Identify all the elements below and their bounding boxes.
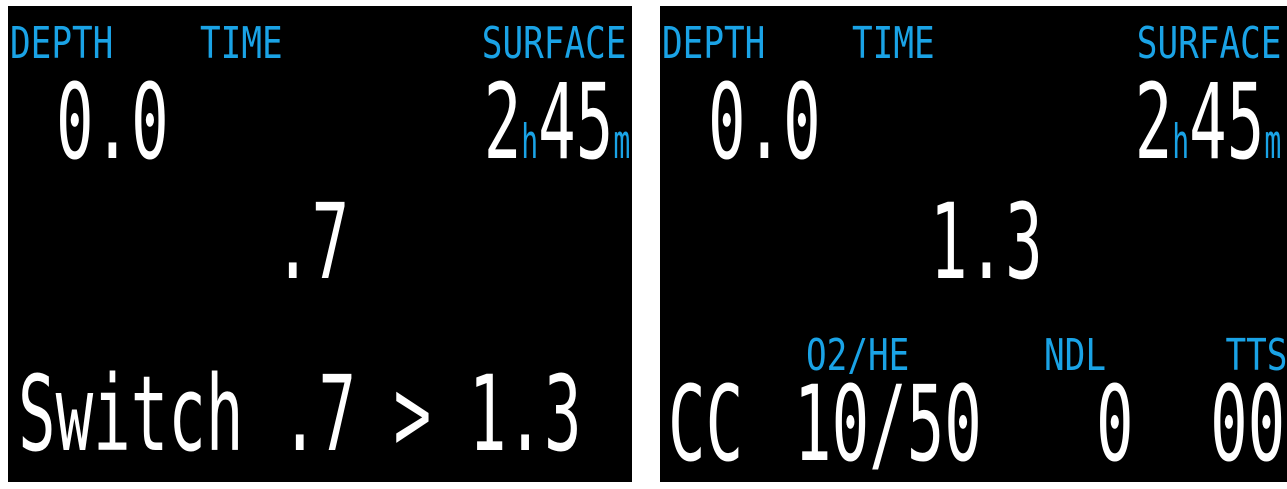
tts-value: 00 (1209, 363, 1285, 482)
dive-computer-screen-left: DEPTH TIME SURFACE 0.0 2h45m .7 Switch .… (8, 6, 632, 482)
minutes-unit: m (613, 116, 630, 170)
surface-hours: 2 (483, 61, 522, 183)
surface-interval: 2h45m (483, 70, 630, 174)
surface-minutes: 45 (537, 61, 614, 183)
hours-unit: h (521, 116, 538, 170)
ppo2-value: 1.3 (930, 181, 1043, 303)
surface-hours: 2 (1134, 61, 1173, 183)
surface-label: SURFACE (1136, 18, 1281, 69)
dive-computer-screen-right: DEPTH TIME SURFACE 0.0 2h45m 1.3 O2/HE N… (660, 6, 1287, 482)
depth-label: DEPTH (662, 18, 766, 69)
hours-unit: h (1172, 116, 1189, 170)
surface-interval: 2h45m (1134, 70, 1281, 174)
time-label: TIME (200, 18, 283, 69)
time-label: TIME (852, 18, 935, 69)
depth-label: DEPTH (10, 18, 114, 69)
gas-value: 10/50 (794, 363, 982, 482)
ndl-value: 0 (1096, 363, 1134, 482)
gas-switch-message: Switch .7 > 1.3 (18, 353, 582, 475)
depth-value: 0.0 (708, 61, 821, 183)
depth-value: 0.0 (56, 61, 169, 183)
ppo2-value: .7 (274, 181, 350, 303)
surface-label: SURFACE (481, 18, 626, 69)
minutes-unit: m (1264, 116, 1281, 170)
mode-value: CC (668, 363, 744, 482)
surface-minutes: 45 (1188, 61, 1265, 183)
